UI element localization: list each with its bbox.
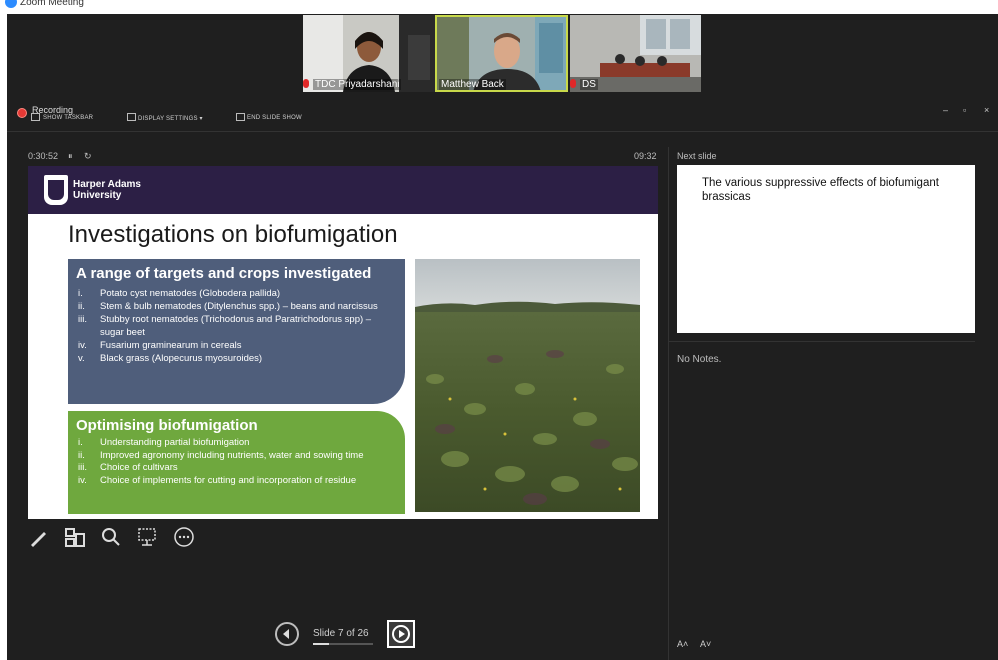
recording-dot-icon: [17, 108, 27, 118]
targets-box: A range of targets and crops investigate…: [68, 259, 405, 404]
pen-icon[interactable]: [28, 526, 50, 548]
list-item: v. Black grass (Alopecurus myosuroides): [78, 353, 263, 364]
list-item: ii. Improved agronomy including nutrients…: [78, 449, 364, 461]
zoom-logo-icon: [5, 0, 17, 8]
zoom-magnifier-icon[interactable]: [100, 526, 122, 548]
restore-icon[interactable]: ▫: [963, 105, 966, 115]
slide-counter: Slide 7 of 26: [313, 628, 369, 639]
participant-name: TDC Priyadarshani: [313, 79, 402, 90]
next-slide-icon: [392, 625, 410, 643]
crest-inner: [48, 180, 64, 200]
close-icon[interactable]: ×: [984, 105, 989, 115]
end-slide-show-button[interactable]: END SLIDE SHOW: [247, 115, 302, 121]
video-tile-participant-1[interactable]: TDC Priyadarshani: [303, 15, 437, 92]
slide-progress-bar: [313, 643, 373, 645]
list-item: iv. Fusarium graminearum in cereals: [78, 340, 242, 351]
speaker-notes: No Notes.: [677, 354, 722, 365]
toolbar-divider: [7, 131, 998, 132]
presenter-window: TDC Priyadarshani Matthew Back DS Record…: [7, 14, 998, 660]
list-item: i. Understanding partial biofumigation: [78, 437, 250, 448]
clock: 09:32: [634, 151, 657, 161]
reset-timer-icon[interactable]: ↻: [84, 151, 92, 162]
app-title-bar: Zoom Meeting: [0, 0, 998, 14]
display-settings-button[interactable]: DISPLAY SETTINGS ▾: [138, 115, 203, 122]
video-tile-participant-2[interactable]: Matthew Back: [435, 15, 568, 92]
slide-title: Investigations on biofumigation: [68, 221, 398, 248]
minimize-icon[interactable]: –: [943, 105, 948, 115]
list-item: iii. Choice of cultivars: [78, 462, 178, 473]
slides-grid-icon[interactable]: [64, 526, 86, 548]
targets-list: i. Potato cyst nematodes (Globodera palli…: [78, 287, 396, 365]
list-item: ii. Stem & bulb nematodes (Ditylenchus sp…: [78, 301, 378, 312]
field-photo: [415, 259, 640, 512]
show-taskbar-button[interactable]: SHOW TASKBAR: [43, 115, 93, 121]
app-title: Zoom Meeting: [20, 0, 84, 8]
participant-name: Matthew Back: [439, 79, 506, 90]
decrease-font-button[interactable]: A˅: [700, 639, 711, 649]
next-slide-text: The various suppressive effects of biofu…: [702, 177, 939, 203]
list-item: i. Potato cyst nematodes (Globodera palli…: [78, 288, 281, 299]
taskbar-icon: [31, 113, 40, 121]
list-item: iv. Choice of implements for cutting and …: [78, 474, 357, 486]
increase-font-button[interactable]: A˄: [677, 639, 688, 649]
panel-divider: [668, 147, 669, 660]
notes-divider: [669, 341, 975, 342]
next-slide-preview[interactable]: The various suppressive effects of biofu…: [677, 165, 975, 333]
university-name: Harper Adams University: [73, 179, 141, 201]
display-settings-icon: [127, 113, 136, 121]
prev-slide-icon: [283, 629, 289, 639]
next-slide-label: Next slide: [677, 151, 717, 161]
more-options-icon[interactable]: [173, 526, 195, 548]
participant-name: DS: [580, 79, 598, 90]
elapsed-timer: 0:30:52: [28, 151, 59, 161]
muted-mic-icon: [570, 79, 576, 88]
targets-heading: A range of targets and crops investigate…: [76, 265, 372, 282]
previous-slide-button[interactable]: [275, 622, 299, 646]
video-tile-participant-3[interactable]: DS: [570, 15, 701, 92]
slide-progress-fill: [313, 643, 330, 645]
optimising-heading: Optimising biofumigation: [76, 417, 258, 434]
next-slide-button[interactable]: [387, 620, 415, 648]
muted-mic-icon: [303, 79, 309, 88]
pause-icon[interactable]: ⏸: [68, 151, 73, 162]
screen-toggle-icon[interactable]: [136, 526, 158, 548]
optimising-box: Optimising biofumigation i. Understanding…: [68, 411, 405, 514]
list-item: iii. Stubby root nematodes (Trichodorus a…: [78, 314, 372, 338]
optimising-list: i. Understanding partial biofumigation ii…: [78, 437, 398, 487]
end-slideshow-icon: [236, 113, 245, 121]
current-slide: Harper Adams University Investigations o…: [28, 166, 658, 519]
